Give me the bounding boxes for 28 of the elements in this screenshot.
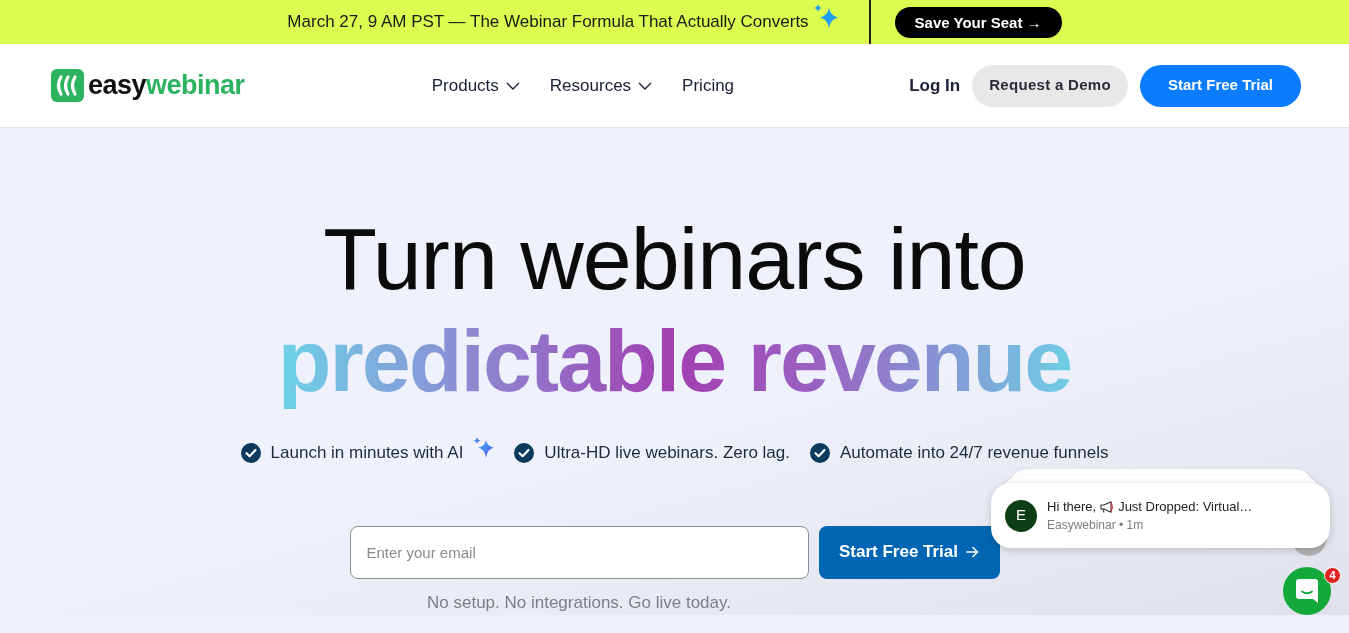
hero-note: No setup. No integrations. Go live today. xyxy=(427,591,731,614)
start-trial-button[interactable]: Start Free Trial xyxy=(1139,64,1301,107)
chat-notification-card[interactable]: E Hi there, Just Dropped: Virtual… Easywebinar • 1m xyxy=(991,483,1330,548)
email-field[interactable]: Enter your email xyxy=(349,525,809,579)
megaphone-icon xyxy=(1100,500,1115,513)
check-circle-icon xyxy=(810,442,830,463)
start-trial-button[interactable]: Start Free Trial xyxy=(818,525,1000,579)
hero-heading: Turn webinars into xyxy=(323,208,1026,310)
message-text: Hi there, xyxy=(1047,497,1097,516)
feature-text: Automate into 24/7 revenue funnels xyxy=(840,442,1109,464)
chat-bubble-icon xyxy=(1295,578,1319,604)
feature-text: Launch in minutes with AI xyxy=(270,442,464,464)
message-meta: Easywebinar • 1m xyxy=(1047,517,1145,535)
nav-menu-link[interactable]: Resources xyxy=(549,72,653,99)
feature-text: Ultra-HD live webinars. Zero lag. xyxy=(544,442,790,464)
logo-icon[interactable] xyxy=(51,69,84,102)
request-demo-button[interactable]: Request a Demo xyxy=(972,64,1128,107)
logo-wordmark[interactable]: easywebinar xyxy=(88,72,245,99)
arrow-right-icon xyxy=(966,546,980,558)
sender-avatar: E xyxy=(1005,499,1037,532)
login-link[interactable]: Log In xyxy=(909,72,961,99)
check-circle-icon xyxy=(514,442,535,463)
save-seat-button[interactable]: Save Your Seat → xyxy=(894,6,1062,38)
nav-menu-link[interactable]: Products xyxy=(431,72,520,99)
message-text: Just Dropped: Virtual… xyxy=(1118,497,1253,516)
announcement-text: March 27, 9 AM PST — The Webinar Formula That Actually Converts xyxy=(287,11,809,34)
check-circle-icon xyxy=(240,442,261,463)
nav-menu-link[interactable]: Pricing xyxy=(682,72,735,99)
